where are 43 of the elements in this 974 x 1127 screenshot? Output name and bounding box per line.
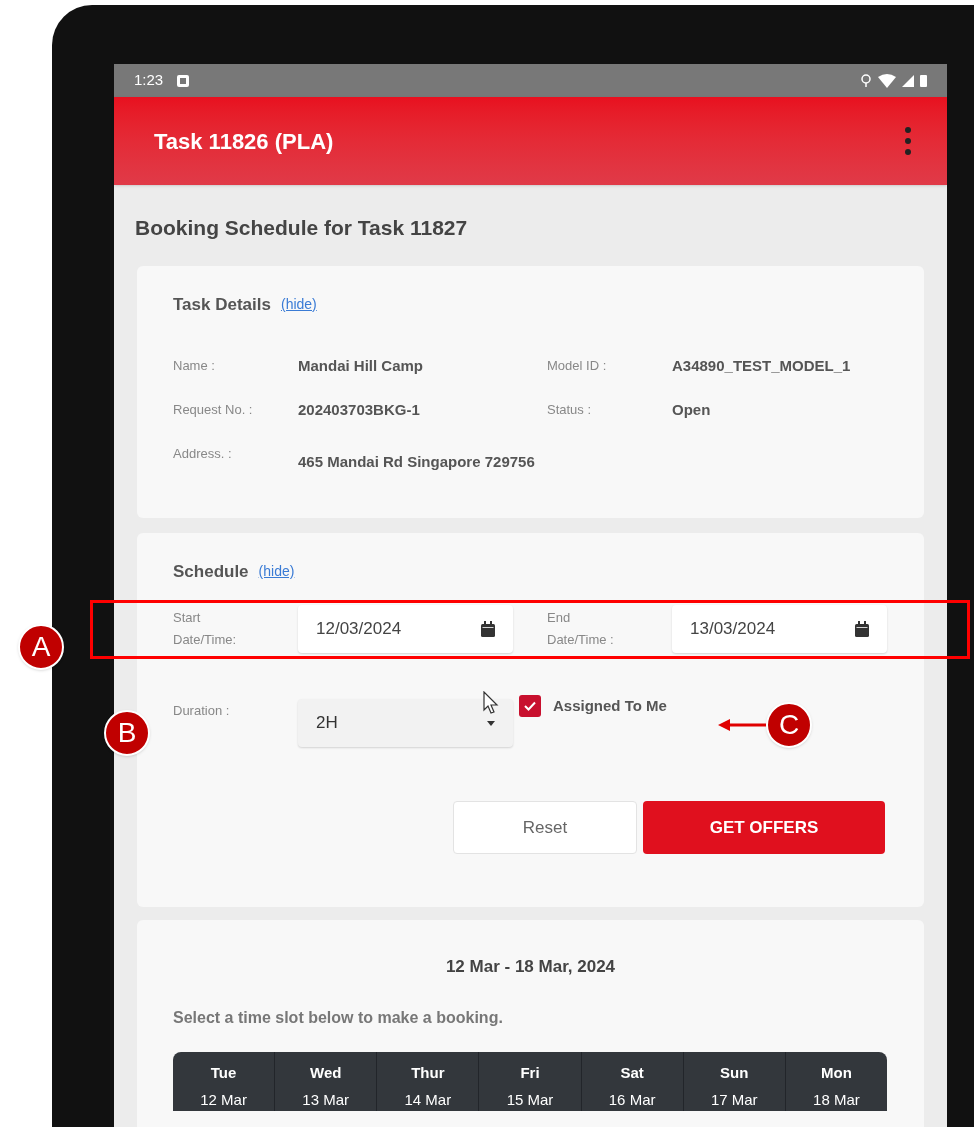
field-value: Open [672, 400, 712, 420]
field-label: Request No. : [173, 401, 253, 419]
day-date: 13 Mar [302, 1089, 350, 1110]
field-value: Mandai Hill Camp [298, 356, 425, 376]
field-value: A34890_TEST_MODEL_1 [672, 356, 852, 376]
reset-button[interactable]: Reset [453, 801, 637, 854]
day-date: 18 Mar [813, 1089, 860, 1110]
field-label: Name : [173, 357, 216, 375]
day-name: Sun [720, 1063, 749, 1083]
field-value: 465 Mandai Rd Singapore 729756 [298, 452, 536, 472]
field-label: End Date/Time : [547, 609, 615, 649]
hide-link[interactable]: (hide) [258, 560, 295, 582]
section-title: Schedule [173, 560, 249, 583]
checkbox-label: Assigned To Me [553, 696, 667, 716]
get-offers-button[interactable]: GET OFFERS [643, 801, 885, 854]
day-name: Mon [821, 1063, 852, 1083]
field-label: Duration : [173, 702, 231, 720]
status-time: 1:23 [134, 70, 164, 91]
day-date: 15 Mar [506, 1089, 554, 1110]
day-name: Fri [520, 1063, 540, 1083]
field-label: Status : [547, 401, 593, 419]
day-date: 17 Mar [710, 1089, 758, 1110]
callout-marker: A [18, 624, 64, 670]
hide-link[interactable]: (hide) [280, 293, 317, 315]
page-title: Booking Schedule for Task 11827 [135, 215, 469, 241]
day-name: Wed [310, 1063, 342, 1083]
day-name: Sat [620, 1063, 644, 1083]
day-name: Thur [411, 1063, 445, 1083]
duration-dropdown[interactable]: 2H [298, 699, 513, 747]
field-value: 202403703BKG-1 [298, 400, 421, 420]
field-label: Address. : [173, 445, 233, 463]
instruction-text: Select a time slot below to make a booking. [173, 1008, 504, 1028]
day-date: 16 Mar [608, 1089, 656, 1110]
day-name: Tue [210, 1063, 237, 1083]
app-bar-title: Task 11826 (PLA) [154, 127, 334, 156]
field-label: Model ID : [547, 357, 608, 375]
date-field[interactable]: 12/03/2024 [298, 605, 513, 653]
day-date: 14 Mar [404, 1089, 452, 1110]
date-field[interactable]: 13/03/2024 [672, 605, 887, 653]
day-date: 12 Mar [200, 1089, 247, 1110]
section-title: Task Details [173, 293, 271, 316]
field-label: Start Date/Time: [173, 609, 238, 649]
date-range: 12 Mar - 18 Mar, 2024 [444, 955, 617, 978]
